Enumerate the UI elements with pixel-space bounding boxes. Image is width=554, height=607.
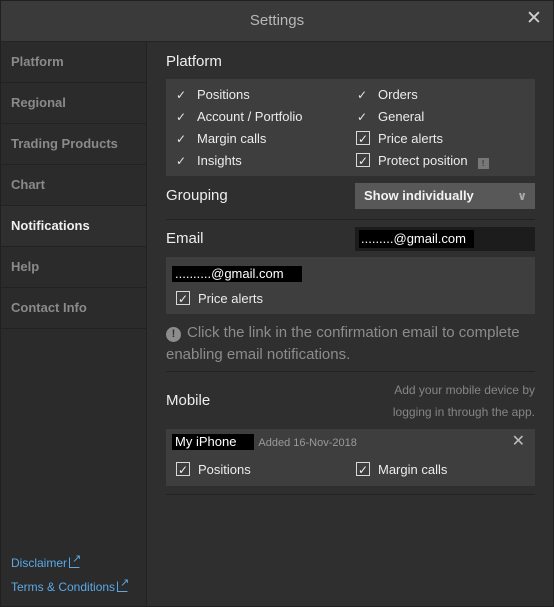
- mobile-hint: Add your mobile device by logging in thr…: [392, 383, 535, 419]
- mobile-device-card: My iPhoneAdded 16-Nov-2018 ✕ Positions M…: [166, 429, 535, 486]
- disclaimer-label: Disclaimer: [11, 556, 68, 570]
- platform-option-positions[interactable]: ✓ Positions: [174, 85, 250, 105]
- close-icon[interactable]: ✕: [525, 9, 543, 28]
- mobile-option-positions[interactable]: Positions: [176, 460, 251, 480]
- option-label: Positions: [197, 87, 250, 102]
- sidebar-item-regional[interactable]: Regional: [1, 83, 146, 124]
- platform-option-orders[interactable]: ✓ Orders: [355, 85, 418, 105]
- email-address-row: ..........@gmail.com: [172, 266, 302, 282]
- option-label: Positions: [198, 462, 251, 477]
- check-icon: ✓: [175, 110, 187, 124]
- email-input-value: .........@gmail.com: [359, 230, 474, 248]
- platform-section-title: Platform: [166, 53, 222, 70]
- window-title: Settings: [249, 12, 305, 29]
- sidebar-item-notifications[interactable]: Notifications: [1, 206, 146, 247]
- remove-device-icon[interactable]: ✕: [512, 431, 525, 451]
- device-name: My iPhone: [172, 434, 255, 450]
- sidebar-item-chart[interactable]: Chart: [1, 165, 146, 206]
- grouping-select[interactable]: Show individually ∨: [355, 183, 535, 209]
- checkbox-checked[interactable]: [356, 129, 370, 149]
- option-label: Protect position: [378, 153, 468, 168]
- grouping-selected-value: Show individually: [364, 188, 474, 203]
- check-icon: ✓: [356, 88, 368, 102]
- option-label: Price alerts: [198, 291, 264, 306]
- email-option-price-alerts[interactable]: Price alerts: [176, 289, 263, 309]
- sidebar: Platform Regional Trading Products Chart…: [1, 42, 147, 606]
- divider: [166, 494, 535, 495]
- platform-option-margin-calls[interactable]: ✓ Margin calls: [174, 129, 266, 149]
- grouping-label: Grouping: [166, 187, 228, 204]
- option-label: Orders: [378, 87, 418, 102]
- email-address: ..........@gmail.com: [172, 266, 302, 282]
- sidebar-item-contact-info[interactable]: Contact Info: [1, 288, 146, 329]
- settings-window: Settings ✕ Platform Regional Trading Pro…: [0, 0, 554, 607]
- platform-option-insights[interactable]: ✓ Insights: [174, 151, 242, 171]
- mobile-option-margin-calls[interactable]: Margin calls: [356, 460, 447, 480]
- checkbox-checked[interactable]: [356, 460, 370, 480]
- external-link-icon: [117, 576, 129, 592]
- device-header: My iPhone Added 16-Nov-2018: [172, 434, 357, 452]
- chevron-down-icon: ∨: [517, 189, 527, 203]
- platform-option-general[interactable]: ✓ General: [355, 107, 424, 127]
- platform-option-price-alerts[interactable]: Price alerts: [356, 129, 443, 149]
- option-label: Price alerts: [378, 131, 444, 146]
- platform-option-protect-position[interactable]: Protect position!: [356, 151, 489, 171]
- check-icon: ✓: [356, 110, 368, 124]
- email-panel: ..........@gmail.com Price alerts: [166, 257, 535, 314]
- option-label: Account / Portfolio: [197, 109, 303, 124]
- check-icon: ✓: [175, 88, 187, 102]
- notifications-content: Platform ✓ Positions ✓ Account / Portfolio…: [148, 42, 553, 606]
- terms-link[interactable]: Terms & Conditions: [11, 576, 129, 594]
- email-confirmation-note: ! Click the link in the confirmation emai…: [166, 322, 542, 366]
- disclaimer-link[interactable]: Disclaimer: [11, 552, 128, 570]
- sidebar-links: Disclaimer Terms & Conditions: [11, 546, 129, 594]
- info-circle-icon: !: [166, 327, 181, 342]
- title-bar: Settings ✕: [1, 1, 553, 42]
- terms-label: Terms & Conditions: [11, 580, 116, 594]
- device-added-date: Added 16-Nov-2018: [258, 437, 357, 449]
- email-section-title: Email: [166, 230, 204, 247]
- option-label: Margin calls: [378, 462, 448, 477]
- mobile-section-title: Mobile: [166, 392, 211, 409]
- note-text: Click the link in the confirmation email…: [166, 324, 520, 363]
- checkbox-checked[interactable]: [176, 460, 190, 480]
- platform-options-panel: ✓ Positions ✓ Account / Portfolio ✓ Margin …: [166, 79, 535, 176]
- check-icon: ✓: [175, 132, 187, 146]
- check-icon: ✓: [175, 154, 187, 168]
- sidebar-item-platform[interactable]: Platform: [1, 42, 146, 83]
- divider: [166, 371, 535, 372]
- checkbox-checked[interactable]: [356, 151, 370, 171]
- option-label: General: [378, 109, 425, 124]
- sidebar-item-trading-products[interactable]: Trading Products: [1, 124, 146, 165]
- info-icon[interactable]: !: [477, 158, 489, 169]
- divider: [166, 219, 535, 220]
- sidebar-item-help[interactable]: Help: [1, 247, 146, 288]
- platform-option-account-portfolio[interactable]: ✓ Account / Portfolio: [174, 107, 303, 127]
- checkbox-checked[interactable]: [176, 289, 190, 309]
- external-link-icon: [69, 552, 81, 568]
- option-label: Margin calls: [197, 131, 267, 146]
- email-input[interactable]: .........@gmail.com: [355, 227, 535, 251]
- option-label: Insights: [197, 153, 242, 168]
